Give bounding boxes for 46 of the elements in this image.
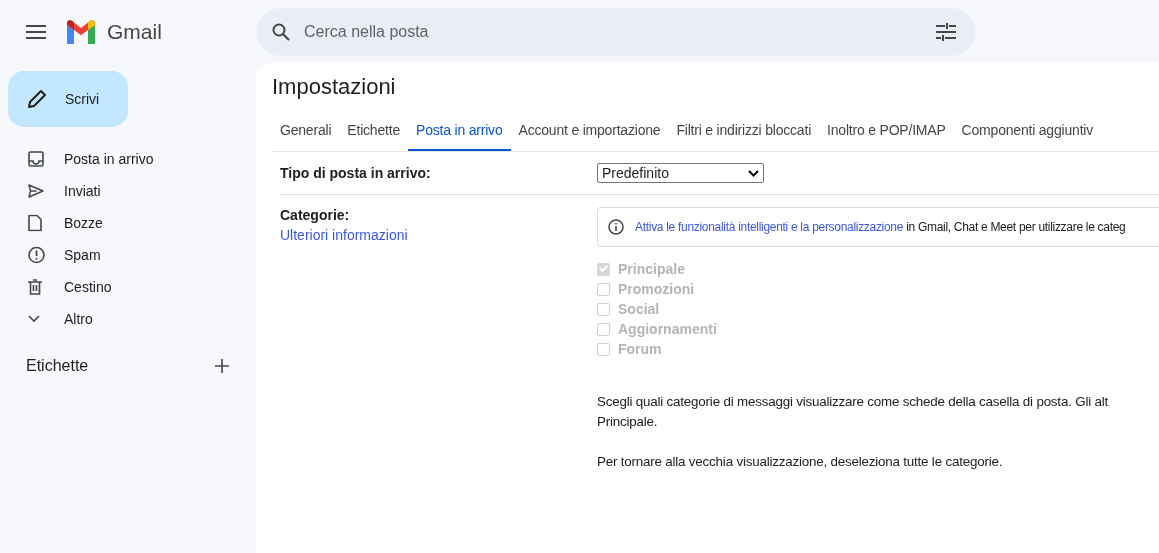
document-icon xyxy=(28,214,42,232)
sidebar-item[interactable]: Spam xyxy=(0,239,256,271)
sidebar-item[interactable]: Inviati xyxy=(0,175,256,207)
setting-label: Tipo di posta in arrivo: xyxy=(280,165,432,181)
pencil-icon xyxy=(27,89,47,109)
caret-icon xyxy=(748,169,759,177)
filter-icon[interactable] xyxy=(936,22,956,41)
page-title: Impostazioni xyxy=(272,74,397,100)
app-name: Gmail xyxy=(107,19,162,44)
trash-icon xyxy=(28,279,42,295)
settings-tab[interactable]: Inoltro e POP/IMAP xyxy=(819,112,954,151)
search-field[interactable]: Cerca nella posta xyxy=(302,21,924,42)
checkbox-label: Social xyxy=(618,301,660,317)
settings-tab[interactable]: Componenti aggiuntiv xyxy=(953,112,1102,151)
settings-tab[interactable]: Generali xyxy=(272,112,340,151)
chevron-icon xyxy=(28,315,40,323)
checkbox-label: Principale xyxy=(618,261,685,277)
labels-heading: Etichette xyxy=(26,357,89,375)
inbox-type-dropdown[interactable]: Predefinito xyxy=(597,163,764,183)
checkbox-label: Forum xyxy=(618,341,662,357)
plus-icon[interactable] xyxy=(215,359,229,373)
sidebar-item[interactable]: Bozze xyxy=(0,207,256,239)
info-icon xyxy=(608,219,624,235)
warning-icon xyxy=(28,246,45,264)
sidebar-item[interactable]: Altro xyxy=(0,303,256,335)
sidebar-item[interactable]: Posta in arrivo xyxy=(0,143,256,175)
checkbox-label: Promozioni xyxy=(618,281,695,297)
search-icon xyxy=(272,22,290,41)
note-text: Per tornare alla vecchia visualizzazione, deseleziona tutte le categorie. xyxy=(597,453,1004,471)
learn-more-link[interactable]: Ulteriori informazioni xyxy=(280,227,597,243)
settings-tab[interactable]: Filtri e indirizzi bloccati xyxy=(668,112,820,151)
inbox-icon xyxy=(28,151,44,167)
description-text: Scegli quali categorie di messaggi visualizzare come schede della casella di posta. Gli alt Principale. xyxy=(597,393,1109,431)
smart-features-link[interactable]: Attiva le funzionalità intelligenti e la personalizzazione xyxy=(635,220,904,234)
compose-button[interactable]: Scrivi xyxy=(8,71,128,127)
setting-label: Categorie: xyxy=(280,207,351,223)
sidebar-item[interactable]: Cestino xyxy=(0,271,256,303)
search-bar[interactable]: Cerca nella posta xyxy=(256,7,976,56)
menu-icon[interactable] xyxy=(26,24,46,39)
settings-tab[interactable]: Posta in arrivo xyxy=(408,112,511,151)
settings-tab[interactable]: Etichette xyxy=(339,112,408,151)
logo-icon xyxy=(65,19,97,44)
checkbox-label: Aggiornamenti xyxy=(618,321,717,337)
settings-tab[interactable]: Account e importazione xyxy=(510,112,669,151)
send-icon xyxy=(28,184,44,198)
notice-text: Attiva le funzionalità intelligenti e la personalizzazione in Gmail, Chat e Meet per utilizzare le categ xyxy=(635,220,1126,234)
